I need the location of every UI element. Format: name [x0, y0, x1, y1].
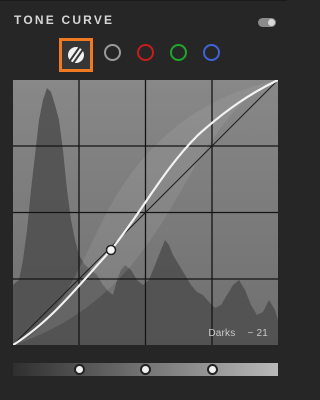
panel-top-border: [0, 0, 287, 1]
tone-curve-graph[interactable]: Darks − 21: [13, 80, 278, 345]
curve-canvas[interactable]: [13, 80, 278, 345]
region-split-slider[interactable]: [13, 363, 278, 376]
rgb-curve-button[interactable]: [59, 38, 93, 72]
panel-title: TONE CURVE: [14, 13, 115, 27]
luminance-channel-button[interactable]: [104, 44, 121, 61]
region-readout: Darks − 21: [208, 328, 268, 339]
panel-toggle-icon[interactable]: [258, 18, 276, 27]
readout-value: − 21: [247, 328, 268, 339]
rgb-curve-icon: [68, 47, 84, 63]
curve-control-point[interactable]: [105, 244, 117, 256]
midtones-split-handle[interactable]: [140, 364, 151, 375]
tone-curve-panel: TONE CURVE Darks − 21: [0, 0, 287, 400]
shadows-split-handle[interactable]: [74, 364, 85, 375]
highlights-split-handle[interactable]: [207, 364, 218, 375]
blue-channel-button[interactable]: [203, 44, 220, 61]
toggle-knob: [268, 19, 275, 26]
readout-region-label: Darks: [208, 328, 236, 339]
green-channel-button[interactable]: [170, 44, 187, 61]
red-channel-button[interactable]: [137, 44, 154, 61]
